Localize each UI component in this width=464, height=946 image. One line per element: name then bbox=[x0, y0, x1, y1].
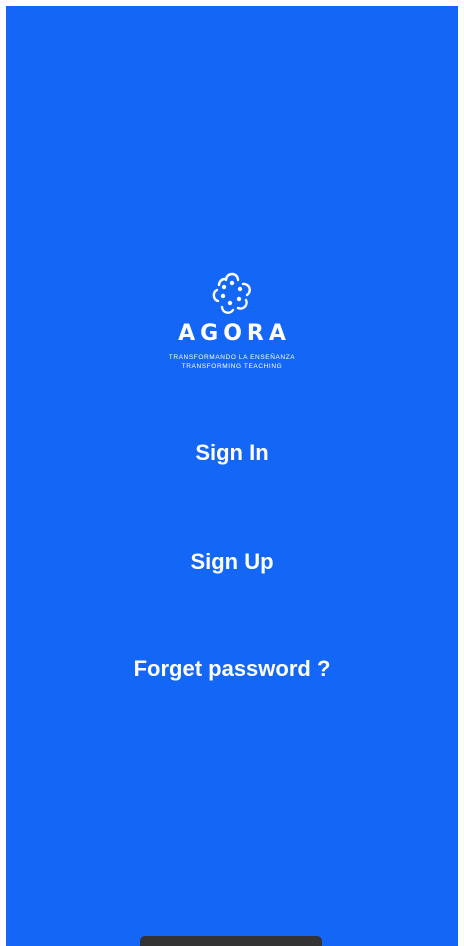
home-indicator[interactable] bbox=[140, 936, 322, 946]
sign-up-button[interactable]: Sign Up bbox=[6, 548, 458, 576]
agora-logo: AGORA TRANSFORMANDO LA ENSEÑANZA TRANSFO… bbox=[6, 268, 458, 371]
brand-name: AGORA bbox=[178, 321, 291, 346]
agora-flower-icon bbox=[212, 272, 251, 314]
tagline-spanish: TRANSFORMANDO LA ENSEÑANZA bbox=[168, 354, 296, 361]
welcome-screen: AGORA TRANSFORMANDO LA ENSEÑANZA TRANSFO… bbox=[6, 6, 458, 946]
sign-in-button[interactable]: Sign In bbox=[6, 439, 458, 467]
tagline-english: TRANSFORMING TEACHING bbox=[181, 363, 283, 370]
forgot-password-link[interactable]: Forget password ? bbox=[6, 655, 458, 683]
